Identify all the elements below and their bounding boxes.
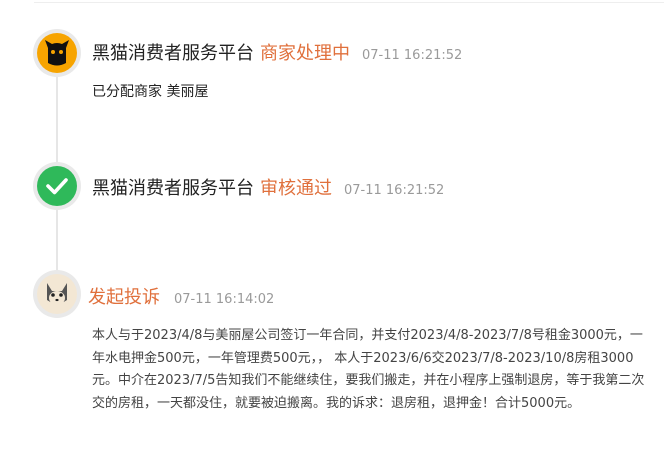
event-header: 黑猫消费者服务平台 审核通过 07-11 16:21:52	[92, 174, 444, 200]
status-label: 审核通过	[260, 178, 332, 199]
event-header: 黑猫消费者服务平台 商家处理中 07-11 16:21:52	[92, 39, 462, 65]
timeline-connector	[56, 208, 58, 270]
event-detail: 已分配商家 美丽屋	[92, 84, 209, 100]
check-circle-icon	[33, 162, 81, 210]
event-header: 发起投诉 07-11 16:14:02	[88, 283, 274, 309]
timestamp: 07-11 16:21:52	[344, 183, 445, 198]
complaint-content: 本人与于2023/4/8与美丽屋公司签订一年合同，并支付2023/4/8-202…	[92, 328, 645, 411]
timestamp: 07-11 16:14:02	[174, 292, 275, 307]
timeline-connector	[56, 76, 58, 162]
black-cat-logo-icon	[33, 29, 81, 77]
complaint-title: 发起投诉	[88, 287, 160, 308]
source-name: 黑猫消费者服务平台	[92, 43, 254, 64]
user-avatar-icon	[33, 270, 81, 318]
timestamp: 07-11 16:21:52	[362, 48, 463, 63]
complaint-timeline: 黑猫消费者服务平台 商家处理中 07-11 16:21:52 已分配商家 美丽屋…	[0, 0, 664, 456]
status-label: 商家处理中	[260, 43, 350, 64]
source-name: 黑猫消费者服务平台	[92, 178, 254, 199]
top-divider	[34, 2, 664, 3]
